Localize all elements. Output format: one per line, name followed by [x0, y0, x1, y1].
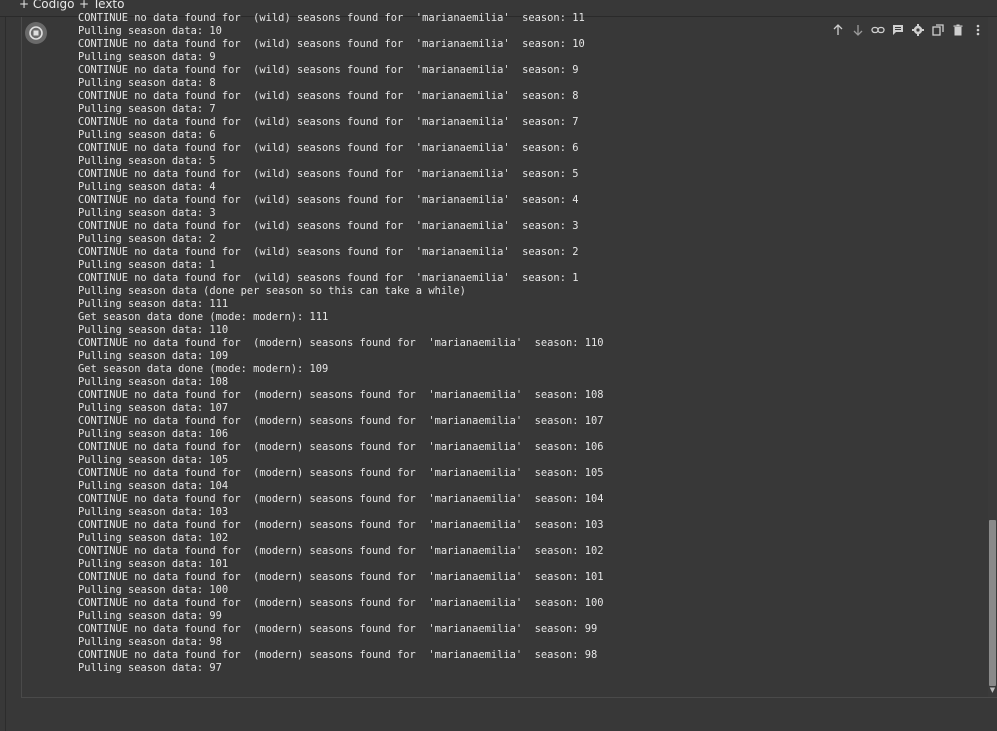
output-line: CONTINUE no data found for (modern) seas…	[78, 571, 604, 583]
output-line: Pulling season data: 111	[78, 298, 229, 310]
output-line: Pulling season data: 105	[78, 454, 229, 466]
output-line: CONTINUE no data found for (modern) seas…	[78, 415, 604, 427]
output-line: Pulling season data: 7	[78, 103, 216, 115]
gear-icon[interactable]	[911, 23, 925, 37]
output-line: CONTINUE no data found for (wild) season…	[78, 64, 579, 76]
arrow-up-icon[interactable]	[831, 23, 845, 37]
output-line: CONTINUE no data found for (modern) seas…	[78, 337, 604, 349]
output-line: CONTINUE no data found for (wild) season…	[78, 220, 579, 232]
output-line: CONTINUE no data found for (modern) seas…	[78, 597, 604, 609]
output-line: Pulling season data: 99	[78, 610, 222, 622]
left-divider	[5, 17, 6, 731]
output-line: CONTINUE no data found for (modern) seas…	[78, 623, 598, 635]
output-line: Pulling season data: 110	[78, 324, 229, 336]
output-line: CONTINUE no data found for (wild) season…	[78, 194, 579, 206]
scroll-down-icon[interactable]: ▼	[989, 686, 996, 694]
cell-toolbar	[831, 21, 985, 39]
output-line: Pulling season data: 102	[78, 532, 229, 544]
output-line: Pulling season data: 109	[78, 350, 229, 362]
output-line: CONTINUE no data found for (modern) seas…	[78, 493, 604, 505]
output-line: CONTINUE no data found for (wild) season…	[78, 38, 585, 50]
output-line: Pulling season data: 9	[78, 51, 216, 63]
output-line: Pulling season data: 4	[78, 181, 216, 193]
output-line: CONTINUE no data found for (wild) season…	[78, 168, 579, 180]
output-line: Pulling season data: 5	[78, 155, 216, 167]
output-line: Pulling season data: 98	[78, 636, 222, 648]
output-line: CONTINUE no data found for (modern) seas…	[78, 545, 604, 557]
output-line: Pulling season data: 100	[78, 584, 229, 596]
mirror-cell-icon[interactable]	[931, 23, 945, 37]
output-line: CONTINUE no data found for (modern) seas…	[78, 649, 598, 661]
stop-icon	[29, 26, 43, 40]
output-line: Pulling season data: 3	[78, 207, 216, 219]
run-cell-button[interactable]	[25, 22, 47, 44]
output-line: Pulling season data: 104	[78, 480, 229, 492]
output-line: Pulling season data: 108	[78, 376, 229, 388]
scrollbar-thumb[interactable]	[989, 520, 996, 686]
output-line: Pulling season data: 107	[78, 402, 229, 414]
output-line: Pulling season data: 1	[78, 259, 216, 271]
output-line: Pulling season data: 106	[78, 428, 229, 440]
output-line: Pulling season data: 103	[78, 506, 229, 518]
code-cell[interactable]: CONTINUE no data found for (wild) season…	[21, 12, 997, 698]
output-line: CONTINUE no data found for (modern) seas…	[78, 441, 604, 453]
output-line: Pulling season data: 6	[78, 129, 216, 141]
comment-icon[interactable]	[891, 23, 905, 37]
output-line: CONTINUE no data found for (wild) season…	[78, 142, 579, 154]
output-line: CONTINUE no data found for (modern) seas…	[78, 519, 604, 531]
output-line: Pulling season data: 97	[78, 662, 222, 674]
output-line: CONTINUE no data found for (modern) seas…	[78, 389, 604, 401]
more-vert-icon[interactable]	[971, 23, 985, 37]
output-line: CONTINUE no data found for (modern) seas…	[78, 467, 604, 479]
delete-icon[interactable]	[951, 23, 965, 37]
output-line: CONTINUE no data found for (wild) season…	[78, 246, 579, 258]
output-line: CONTINUE no data found for (wild) season…	[78, 116, 579, 128]
link-icon[interactable]	[871, 23, 885, 37]
output-line: CONTINUE no data found for (wild) season…	[78, 90, 579, 102]
output-line: Get season data done (mode: modern): 111	[78, 311, 329, 323]
cell-output: CONTINUE no data found for (wild) season…	[78, 12, 997, 675]
output-line: CONTINUE no data found for (wild) season…	[78, 272, 579, 284]
output-line: Get season data done (mode: modern): 109	[78, 363, 329, 375]
arrow-down-icon[interactable]	[851, 23, 865, 37]
output-line: Pulling season data: 2	[78, 233, 216, 245]
add-code-button[interactable]: + Código	[19, 0, 75, 14]
output-line: Pulling season data: 8	[78, 77, 216, 89]
output-line: Pulling season data (done per season so …	[78, 285, 466, 297]
output-line: Pulling season data: 101	[78, 558, 229, 570]
